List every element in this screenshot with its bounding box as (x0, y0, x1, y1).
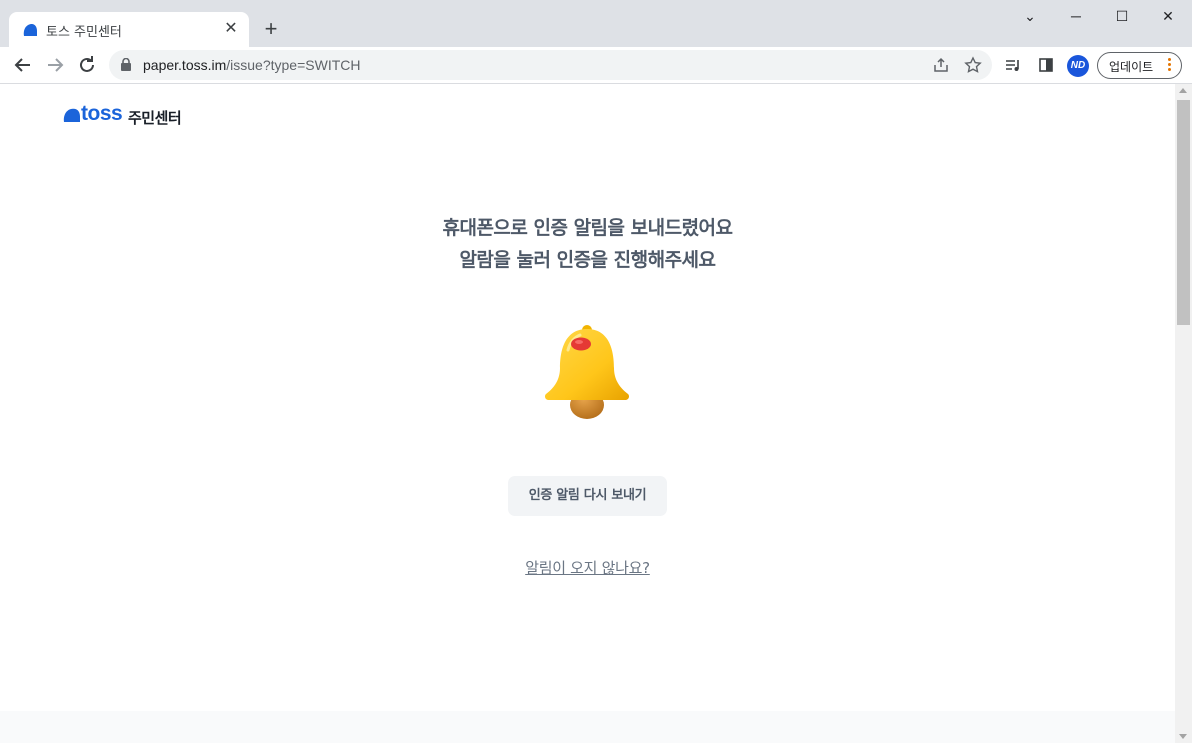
scroll-up-arrow-icon[interactable] (1179, 88, 1187, 93)
update-button[interactable]: 업데이트 (1097, 52, 1182, 79)
forward-arrow-icon (48, 58, 64, 72)
new-tab-button[interactable]: + (260, 18, 282, 40)
forward-button[interactable] (43, 53, 67, 77)
share-icon[interactable] (932, 56, 950, 74)
tab-close-icon[interactable]: ✕ (223, 21, 239, 37)
scroll-thumb[interactable] (1177, 100, 1190, 325)
update-label: 업데이트 (1109, 60, 1154, 74)
toss-favicon-icon (23, 23, 37, 36)
bell-icon (545, 325, 629, 419)
profile-avatar[interactable]: ND (1067, 55, 1089, 77)
toss-logo-mark-icon (63, 108, 80, 122)
browser-tab[interactable]: 토스 주민센터 ✕ (9, 12, 249, 47)
page-title: 휴대폰으로 인증 알림을 보내드렸어요 알람을 눌러 인증을 진행해주세요 (0, 212, 1175, 276)
close-window-button[interactable]: ✕ (1145, 4, 1191, 28)
resend-notification-button[interactable]: 인증 알림 다시 보내기 (508, 476, 667, 516)
maximize-button[interactable]: ☐ (1099, 4, 1145, 28)
back-arrow-icon (14, 58, 30, 72)
tab-title: 토스 주민센터 (46, 25, 122, 40)
tab-strip: 토스 주민센터 ✕ + ⌄ ─ ☐ ✕ (0, 0, 1192, 47)
address-bar[interactable]: paper.toss.im/issue?type=SWITCH (109, 50, 992, 80)
reload-icon (80, 56, 94, 72)
url-path: /issue?type=SWITCH (226, 57, 361, 73)
headline-line-1: 휴대폰으로 인증 알림을 보내드렸어요 (442, 217, 733, 239)
logo-wordmark: toss (81, 102, 123, 125)
logo-subtitle: 주민센터 (128, 109, 182, 127)
scroll-down-arrow-icon[interactable] (1179, 734, 1187, 739)
no-notification-help-link[interactable]: 알림이 오지 않나요? (0, 557, 1175, 578)
more-menu-icon (1166, 56, 1172, 74)
minimize-button[interactable]: ─ (1053, 4, 1099, 28)
headline-line-2: 알람을 눌러 인증을 진행해주세요 (459, 249, 716, 271)
vertical-scrollbar[interactable] (1175, 84, 1192, 743)
tab-search-icon[interactable]: ⌄ (1007, 4, 1053, 28)
back-button[interactable] (11, 53, 35, 77)
browser-toolbar: paper.toss.im/issue?type=SWITCH ND 업데이트 (0, 47, 1192, 84)
media-control-icon[interactable] (1004, 56, 1022, 74)
url-text: paper.toss.im/issue?type=SWITCH (143, 57, 360, 73)
bookmark-star-icon[interactable] (964, 56, 982, 74)
page-viewport: toss 주민센터 휴대폰으로 인증 알림을 보내드렸어요 알람을 눌러 인증을… (0, 84, 1175, 743)
reload-button[interactable] (75, 53, 99, 77)
url-host: paper.toss.im (143, 57, 227, 73)
footer-strip (0, 711, 1175, 743)
side-panel-icon[interactable] (1037, 56, 1055, 74)
lock-icon (121, 58, 131, 71)
